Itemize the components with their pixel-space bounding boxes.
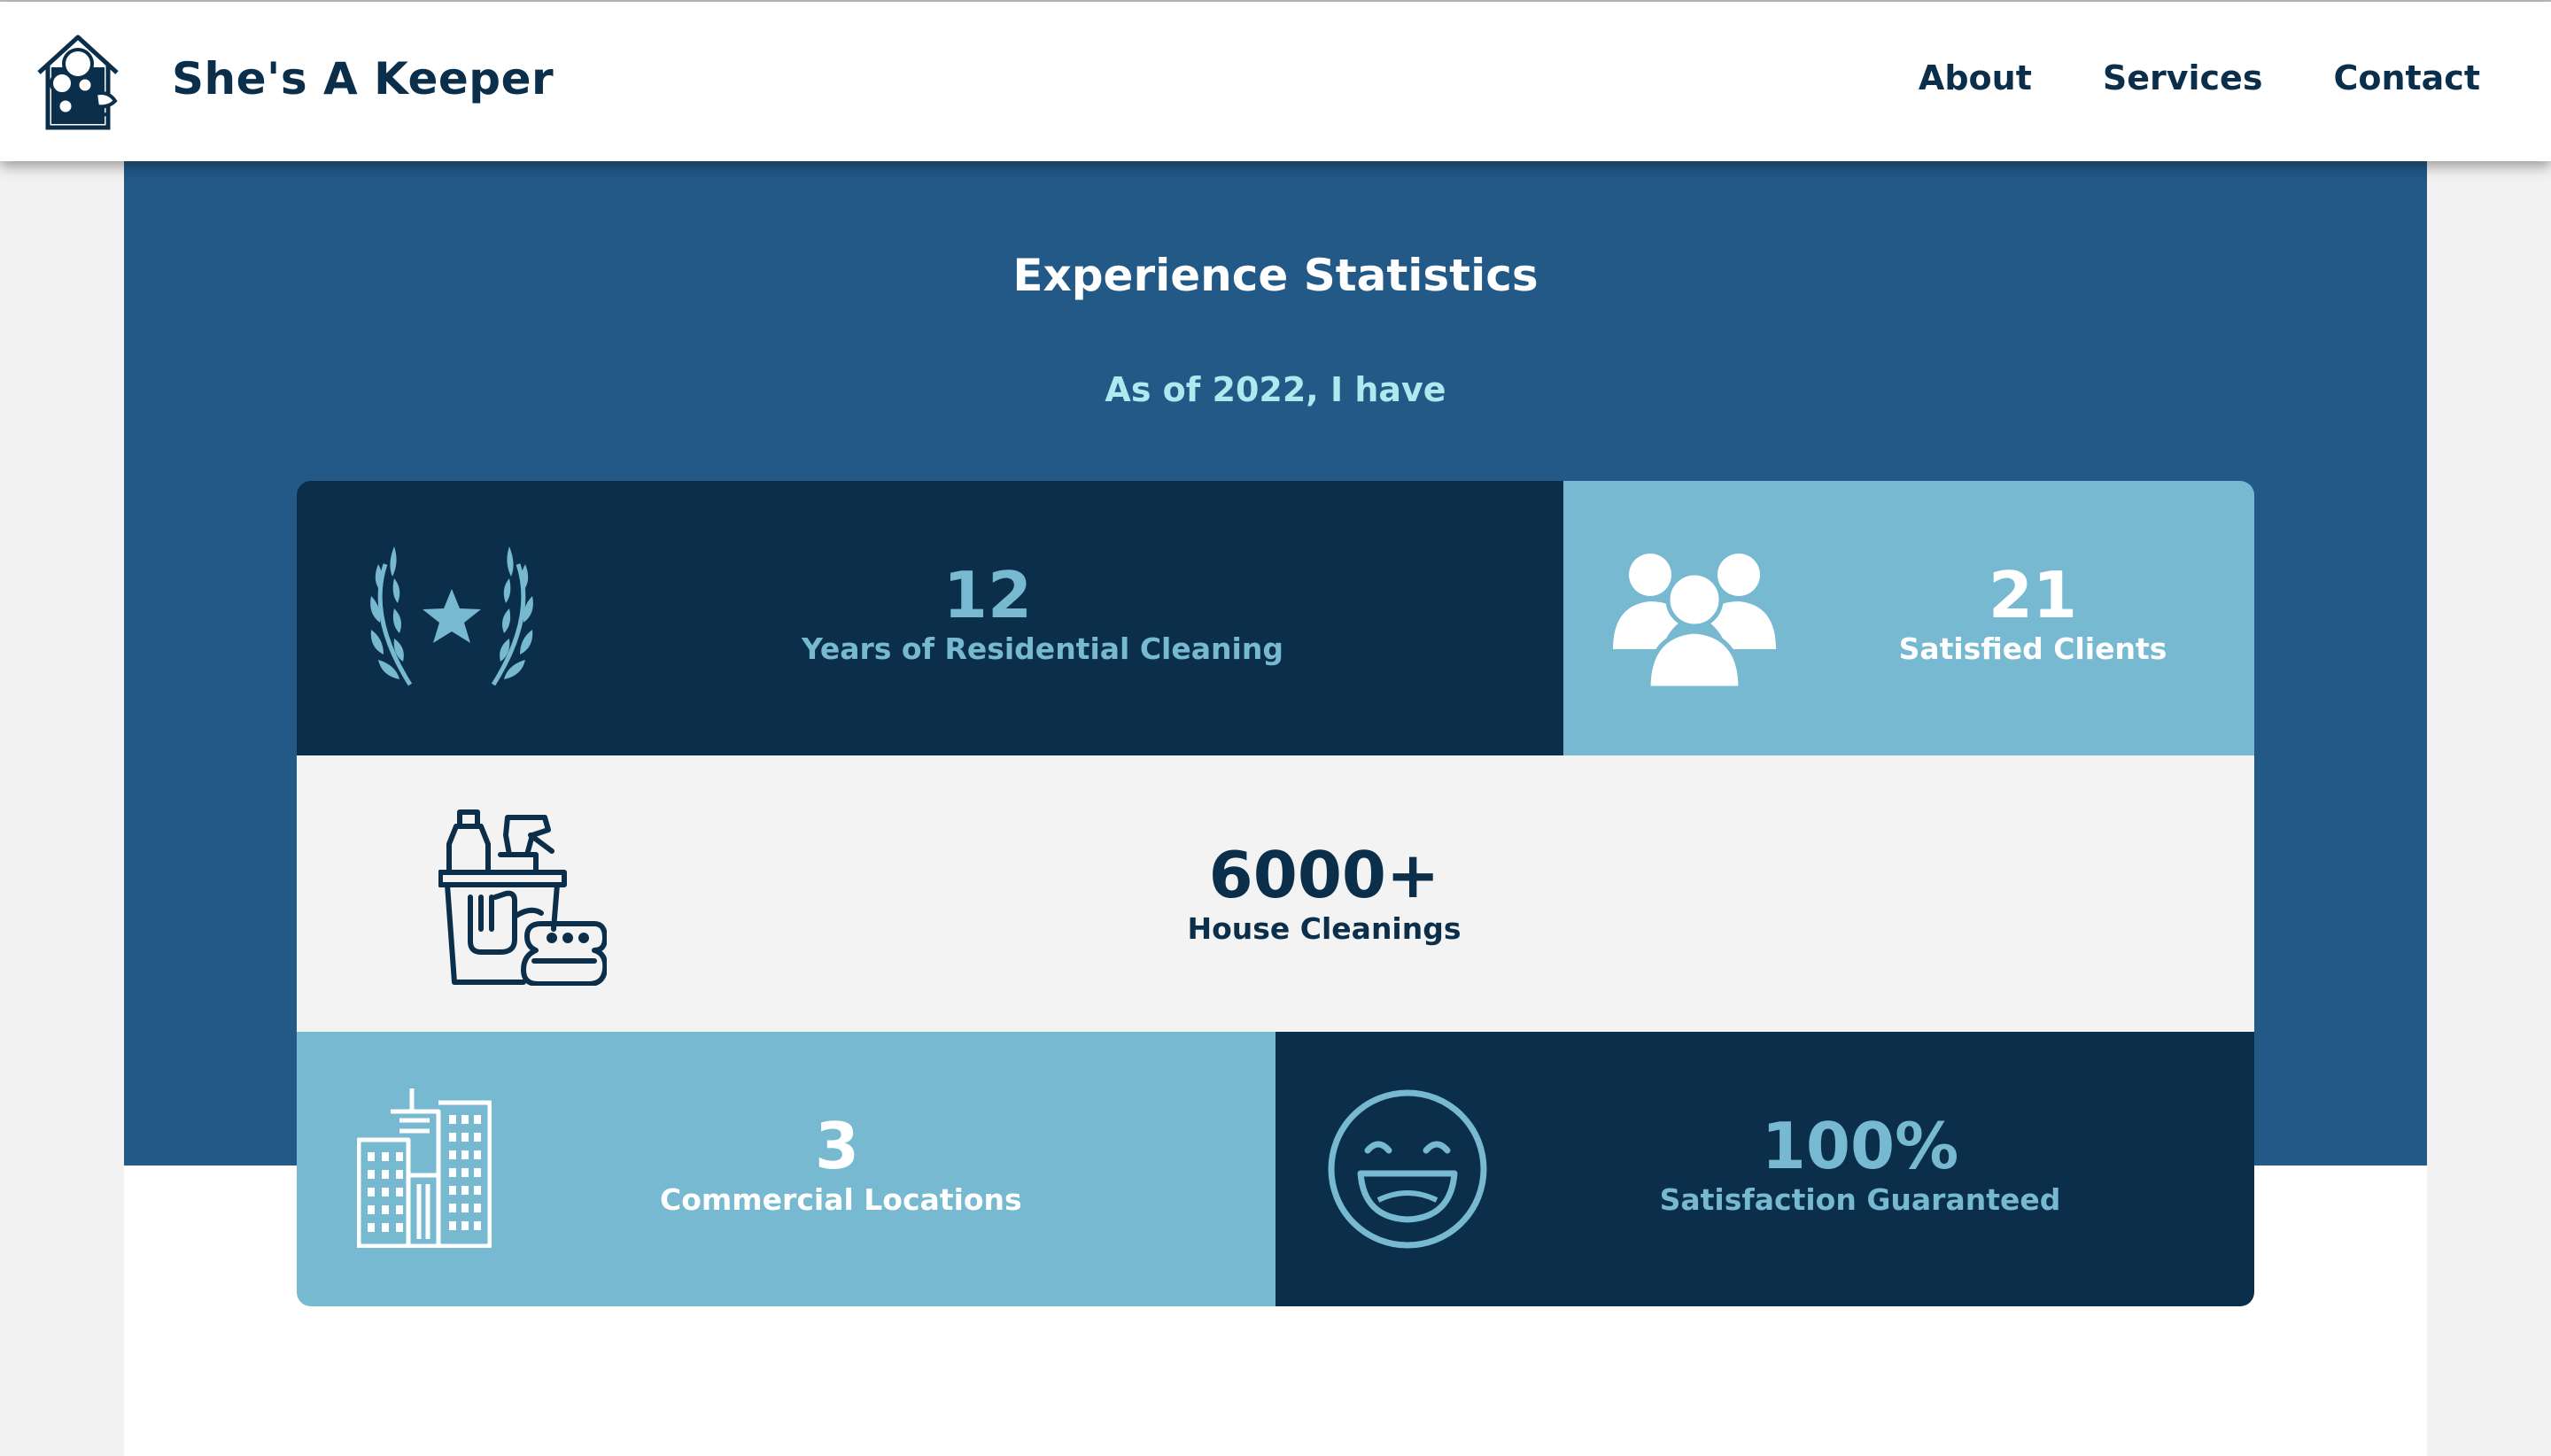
- stat-commercial: 3 Commercial Locations: [660, 1109, 1022, 1220]
- stat-card-commercial: 3 Commercial Locations: [297, 1032, 1276, 1306]
- stat-card-satisfaction: 100% Satisfaction Guaranteed: [1276, 1032, 2254, 1306]
- nav-services[interactable]: Services: [2103, 58, 2263, 97]
- stat-years: 12 Years of Residential Cleaning: [802, 558, 1283, 669]
- stat-years-value: 12: [942, 558, 1033, 632]
- brand-name[interactable]: She's A Keeper: [172, 53, 554, 105]
- stat-clients-label: Satisfied Clients: [1898, 631, 2167, 666]
- house-logo-icon[interactable]: [34, 32, 122, 133]
- smiley-face-icon: [1328, 1089, 1487, 1249]
- stat-commercial-label: Commercial Locations: [660, 1182, 1022, 1217]
- page-content: Experience Statistics As of 2022, I have: [124, 161, 2427, 1456]
- stat-card-clients: 21 Satisfied Clients: [1563, 481, 2254, 755]
- stat-years-label: Years of Residential Cleaning: [802, 631, 1283, 666]
- stat-clients-value: 21: [1988, 558, 2078, 632]
- stat-card-years: 12 Years of Residential Cleaning: [297, 481, 1563, 755]
- stats-grid: 12 Years of Residential Cleaning 21 Sati…: [297, 481, 2254, 1306]
- section-title: Experience Statistics: [1012, 250, 1539, 301]
- stat-satisfaction-label: Satisfaction Guaranteed: [1659, 1182, 2061, 1217]
- stat-cleanings-label: House Cleanings: [1187, 911, 1462, 946]
- nav-contact[interactable]: Contact: [2333, 58, 2480, 97]
- laurel-star-icon: [370, 546, 533, 686]
- stat-satisfaction: 100% Satisfaction Guaranteed: [1648, 1111, 2073, 1220]
- stat-cleanings-value: 6000+: [1208, 838, 1440, 912]
- stat-satisfaction-value: 100%: [1761, 1109, 1959, 1183]
- group-users-icon: [1613, 554, 1776, 688]
- buildings-icon: [357, 1088, 492, 1248]
- site-header: She's A Keeper About Services Contact: [0, 2, 2551, 161]
- main-nav: About Services Contact: [1919, 58, 2480, 97]
- stat-cleanings: 6000+ House Cleanings: [1112, 840, 1537, 949]
- nav-about[interactable]: About: [1919, 58, 2032, 97]
- stat-commercial-value: 3: [814, 1109, 860, 1183]
- stat-card-cleanings: 6000+ House Cleanings: [297, 755, 2254, 1032]
- stat-clients: 21 Satisfied Clients: [1882, 561, 2183, 669]
- section-subtitle: As of 2022, I have: [1105, 370, 1446, 409]
- cleaning-supplies-icon: [438, 809, 607, 986]
